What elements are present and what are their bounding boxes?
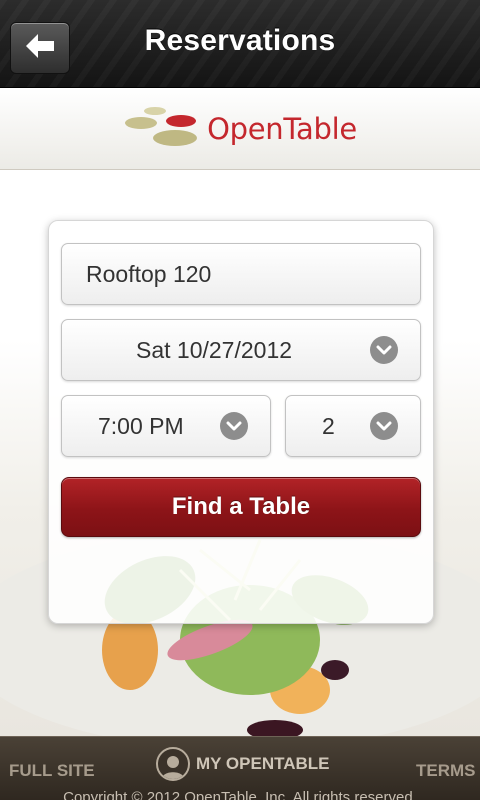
chevron-down-icon xyxy=(220,412,248,440)
chevron-down-icon xyxy=(370,336,398,364)
restaurant-name: Rooftop 120 xyxy=(86,260,212,287)
my-opentable-link[interactable]: MY OPENTABLE xyxy=(156,747,330,781)
opentable-logo-icon xyxy=(123,103,199,154)
find-table-button[interactable]: Find a Table xyxy=(61,477,421,537)
user-icon xyxy=(156,747,190,781)
page-title: Reservations xyxy=(144,24,336,57)
chevron-down-icon xyxy=(370,412,398,440)
title-bar: Reservations xyxy=(0,0,480,88)
date-value: Sat 10/27/2012 xyxy=(136,336,293,363)
party-size-value: 2 xyxy=(322,412,335,439)
footer-bar: FULL SITE MY OPENTABLE TERMS Copyright ©… xyxy=(0,736,480,800)
time-value: 7:00 PM xyxy=(98,412,184,439)
party-size-select[interactable]: 2 xyxy=(285,395,421,457)
full-site-link[interactable]: FULL SITE xyxy=(9,761,95,781)
terms-link[interactable]: TERMS xyxy=(416,761,476,781)
opentable-logo: OpenTable xyxy=(123,103,357,154)
time-select[interactable]: 7:00 PM xyxy=(61,395,271,457)
date-select[interactable]: Sat 10/27/2012 xyxy=(61,319,421,381)
restaurant-field[interactable]: Rooftop 120 xyxy=(61,243,421,305)
logo-band: OpenTable xyxy=(0,88,480,170)
reservation-form-card: Rooftop 120 Sat 10/27/2012 7:00 PM 2 Fin… xyxy=(48,220,434,624)
logo-text: OpenTable xyxy=(207,111,357,146)
my-opentable-label: MY OPENTABLE xyxy=(196,754,330,773)
copyright-text: Copyright © 2012 OpenTable, Inc. All rig… xyxy=(63,789,417,800)
